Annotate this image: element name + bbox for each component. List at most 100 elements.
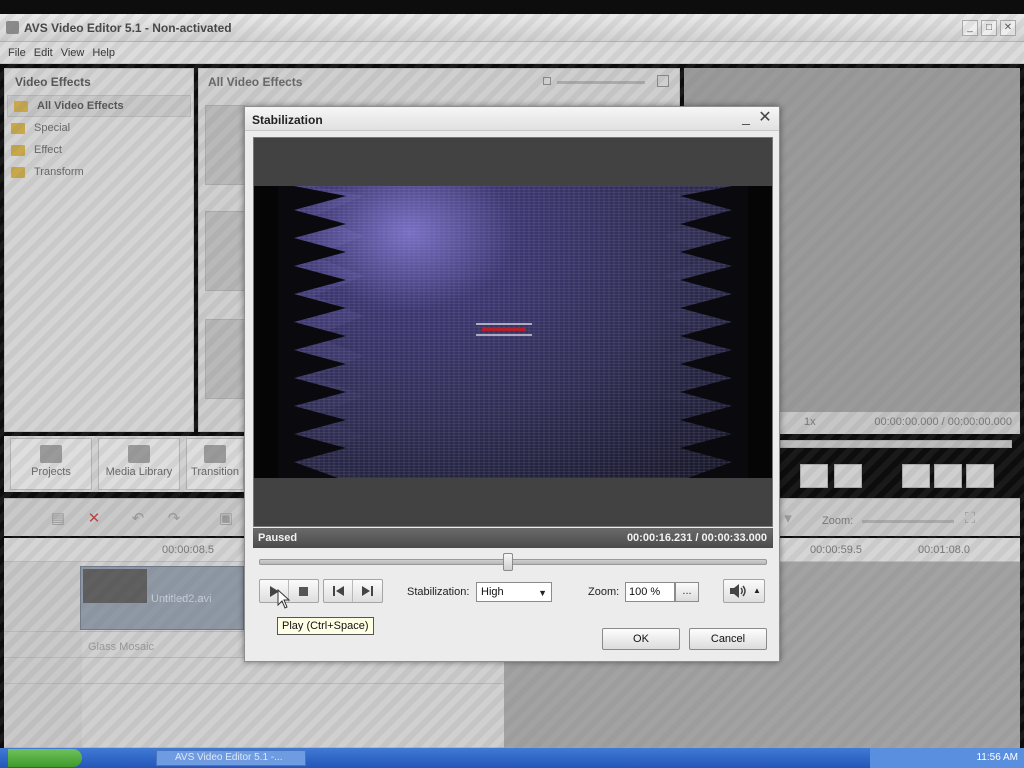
- menu-help[interactable]: Help: [92, 42, 115, 63]
- video-preview: [253, 137, 773, 527]
- voice-icon[interactable]: ▣: [218, 511, 234, 527]
- start-button[interactable]: [8, 749, 82, 767]
- stabilization-dialog: Stabilization _ ✕ Paused 00:00:16.231 / …: [244, 106, 780, 662]
- preview-display-button[interactable]: [902, 464, 930, 488]
- preview-end-button[interactable]: [834, 464, 862, 488]
- playback-status-bar: Paused 00:00:16.231 / 00:00:33.000: [253, 528, 773, 548]
- clip-thumbnail: [83, 569, 147, 603]
- dialog-titlebar[interactable]: Stabilization _ ✕: [245, 107, 779, 131]
- skip-forward-icon: [362, 586, 373, 596]
- video-clip[interactable]: Untitled2.avi: [80, 566, 244, 630]
- video-center-watermark: [476, 320, 532, 342]
- go-to-start-button[interactable]: [324, 580, 353, 602]
- menubar: File Edit View Help: [0, 42, 1024, 64]
- text-track-header: [4, 658, 82, 684]
- tree-item-label: Special: [34, 122, 71, 134]
- dialog-close-icon[interactable]: ✕: [757, 109, 773, 127]
- timeline-zoom-slider[interactable]: [862, 520, 954, 523]
- ok-button[interactable]: OK: [602, 628, 680, 650]
- tree-item-special[interactable]: Special: [5, 117, 193, 139]
- chevron-down-icon: ▼: [538, 588, 547, 598]
- taskbar-app-item[interactable]: AVS Video Editor 5.1 -...: [156, 750, 306, 766]
- preview-speed[interactable]: 1x: [804, 416, 816, 428]
- tree-item-label: Effect: [34, 144, 62, 156]
- preview-next-frame-button[interactable]: [800, 464, 828, 488]
- dialog-minimize-icon[interactable]: _: [739, 110, 753, 126]
- seek-slider-track[interactable]: [259, 559, 767, 565]
- skip-back-icon: [332, 586, 344, 596]
- screen: AVS Video Editor 5.1 - Non-activated _ □…: [0, 0, 1024, 768]
- play-tooltip: Play (Ctrl+Space): [277, 617, 374, 635]
- timeline-zoom-label: Zoom:: [822, 515, 854, 527]
- minimize-button[interactable]: _: [962, 20, 978, 36]
- media-library-label: Media Library: [105, 466, 173, 478]
- transitions-button[interactable]: Transition: [186, 438, 244, 490]
- fit-timeline-icon[interactable]: ⛶: [962, 511, 978, 527]
- stabilization-label: Stabilization:: [407, 586, 470, 598]
- menu-edit[interactable]: Edit: [34, 42, 53, 63]
- tree-item-label: Transform: [34, 166, 84, 178]
- zoom-more-button[interactable]: ...: [675, 582, 699, 602]
- volume-up-arrow-icon[interactable]: ▲: [752, 584, 762, 598]
- go-to-end-button[interactable]: [353, 580, 382, 602]
- video-letterbox-top: [254, 138, 772, 186]
- ruler-label: 00:01:08.0: [918, 544, 970, 556]
- timeline-storyboard-icon[interactable]: ▤: [50, 511, 66, 527]
- preview-timecode: 00:00:00.000 / 00:00:00.000: [874, 416, 1012, 428]
- tree-item-effect[interactable]: Effect: [5, 139, 193, 161]
- stabilization-value: High: [481, 586, 504, 598]
- thumb-size-large-icon[interactable]: [657, 75, 669, 87]
- watermark-line: [482, 328, 526, 331]
- close-button[interactable]: ✕: [1000, 20, 1016, 36]
- watermark-line: [476, 323, 532, 325]
- projects-icon: [40, 445, 62, 463]
- volume-control[interactable]: ▲: [723, 579, 765, 603]
- effect-clip-label[interactable]: Glass Mosaic: [88, 641, 154, 653]
- ruler-label: 00:00:59.5: [810, 544, 862, 556]
- media-library-icon: [128, 445, 150, 463]
- zoom-label: Zoom:: [588, 586, 620, 598]
- projects-button[interactable]: Projects: [10, 438, 92, 490]
- media-library-button[interactable]: Media Library: [98, 438, 180, 490]
- watermark-line: [476, 334, 532, 336]
- menu-view[interactable]: View: [61, 42, 85, 63]
- preview-seek-bar[interactable]: [780, 440, 1012, 448]
- stabilization-select[interactable]: High ▼: [476, 582, 552, 602]
- speaker-icon: [730, 584, 746, 598]
- thumb-size-small-icon[interactable]: [543, 77, 551, 85]
- seek-slider-thumb[interactable]: [502, 553, 513, 571]
- gallery-title: All Video Effects: [208, 75, 303, 89]
- tree-item-all-video-effects[interactable]: All Video Effects: [7, 95, 191, 117]
- overlay-track-header: [4, 684, 82, 748]
- menu-file[interactable]: File: [8, 42, 26, 63]
- cancel-button[interactable]: Cancel: [689, 628, 767, 650]
- playback-status: Paused: [258, 532, 298, 544]
- effect-thumbnail[interactable]: [205, 105, 245, 185]
- view-mode-icon[interactable]: ▾: [780, 511, 796, 527]
- preview-snapshot-button[interactable]: [934, 464, 962, 488]
- redo-icon[interactable]: ↷: [166, 511, 182, 527]
- effect-thumbnail[interactable]: [205, 319, 245, 399]
- video-frame-image: [254, 186, 772, 478]
- effects-panel-title: Video Effects: [15, 75, 91, 89]
- overlay-track[interactable]: [82, 684, 504, 748]
- thumb-size-slider[interactable]: [557, 81, 645, 84]
- ruler-label: 00:00:08.5: [162, 544, 214, 556]
- preview-volume-button[interactable]: [966, 464, 994, 488]
- zoom-input[interactable]: [625, 582, 675, 602]
- playback-timecode: 00:00:16.231 / 00:00:33.000: [626, 532, 767, 544]
- tree-item-transform[interactable]: Transform: [5, 161, 193, 183]
- folder-icon: [11, 122, 25, 134]
- maximize-button[interactable]: □: [981, 20, 997, 36]
- clip-name: Untitled2.avi: [151, 593, 212, 605]
- dialog-title: Stabilization: [252, 113, 323, 127]
- delete-icon[interactable]: ✕: [86, 511, 102, 527]
- undo-icon[interactable]: ↶: [130, 511, 146, 527]
- folder-icon: [11, 166, 25, 178]
- app-titlebar[interactable]: AVS Video Editor 5.1 - Non-activated _ □…: [0, 14, 1024, 42]
- transitions-icon: [204, 445, 226, 463]
- effect-thumbnail[interactable]: [205, 211, 245, 291]
- stop-button[interactable]: [289, 580, 318, 602]
- stop-icon: [299, 586, 308, 596]
- tray-clock: 11:56 AM: [976, 752, 1018, 763]
